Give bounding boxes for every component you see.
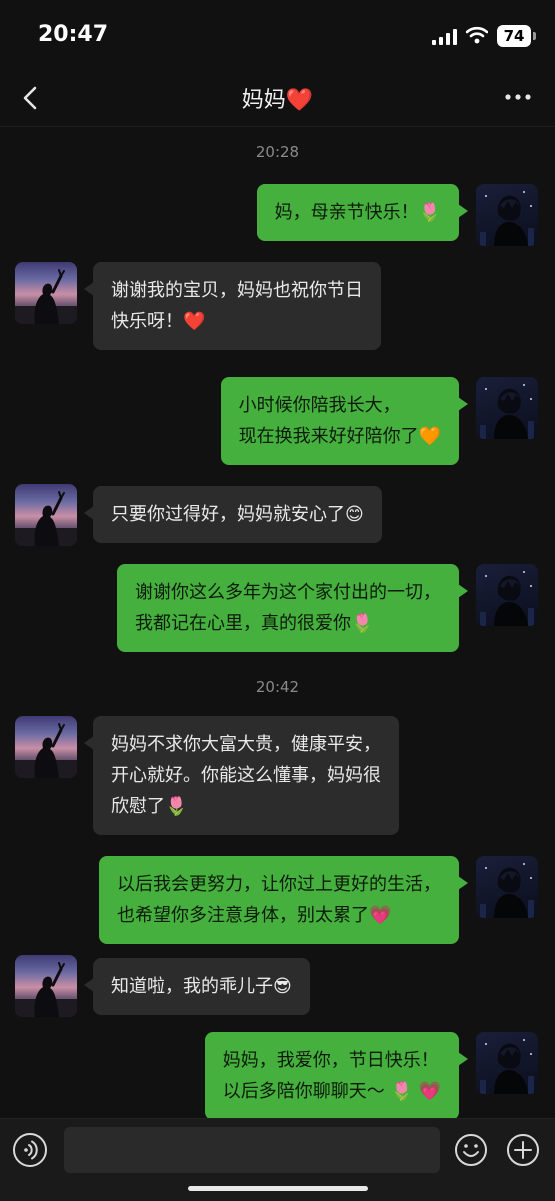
message-text: 我都记在心里，真的很爱你🌷 (135, 613, 374, 634)
avatar-image (15, 723, 77, 778)
message-text: 妈妈不求你大富大贵，健康平安， (111, 734, 381, 755)
avatar-image (480, 384, 534, 439)
message-bubble-sent[interactable]: 小时候你陪我长大， 现在换我来好好陪你了🧡 (220, 377, 469, 465)
avatar[interactable] (15, 484, 77, 546)
avatar-image (480, 571, 534, 626)
message-text: 只要你过得好，妈妈就安心了😊 (111, 504, 364, 525)
message-text: 谢谢你这么多年为这个家付出的一切， (135, 582, 441, 603)
message-text: 也希望你多注意身体，别太累了💗 (117, 905, 392, 926)
avatar-image (480, 1039, 534, 1094)
emoji-icon[interactable] (454, 1133, 488, 1167)
message-text: 妈妈，我爱你，节日快乐！ (222, 1050, 439, 1071)
avatar-image (15, 269, 77, 324)
message-text: 以后多陪你聊聊天～ 🌷 💗 (222, 1081, 441, 1102)
chat-title: 妈妈❤️ (241, 88, 314, 113)
plus-icon[interactable] (506, 1133, 540, 1167)
avatar[interactable] (476, 377, 538, 439)
message-text: 谢谢我的宝贝，妈妈也祝你节日 (111, 280, 363, 301)
message-bubble-received[interactable]: 妈妈不求你大富大贵，健康平安， 开心就好。你能这么懂事，妈妈很 欣慰了🌷 (84, 716, 399, 835)
message-text: 快乐呀！❤️ (111, 311, 206, 332)
message-bubble-sent[interactable]: 谢谢你这么多年为这个家付出的一切， 我都记在心里，真的很爱你🌷 (117, 564, 468, 652)
battery-indicator: 74 (497, 25, 531, 47)
avatar[interactable] (476, 1032, 538, 1094)
message-input-bar (0, 1118, 555, 1201)
avatar[interactable] (476, 184, 538, 246)
message-bubble-sent[interactable]: 妈，母亲节快乐！🌷 (256, 184, 469, 241)
status-bar: 20:47 74 (0, 0, 555, 72)
voice-button[interactable] (13, 1133, 47, 1167)
message-input[interactable] (64, 1127, 440, 1173)
status-time: 20:47 (38, 22, 109, 47)
battery-cap (533, 32, 536, 40)
avatar[interactable] (476, 856, 538, 918)
message-text: 以后我会更努力，让你过上更好的生活， (117, 874, 441, 895)
message-text: 开心就好。你能这么懂事，妈妈很 (111, 765, 381, 786)
home-indicator (188, 1186, 368, 1191)
avatar-image (15, 491, 77, 546)
avatar-image (15, 962, 77, 1017)
signal-icon (432, 29, 457, 45)
more-icon[interactable] (500, 82, 536, 112)
chat-header: 妈妈❤️ (0, 72, 555, 127)
avatar[interactable] (476, 564, 538, 626)
wifi-icon (466, 26, 488, 44)
avatar-image (480, 863, 534, 918)
message-bubble-received[interactable]: 只要你过得好，妈妈就安心了😊 (84, 486, 382, 543)
avatar-image (480, 191, 534, 246)
avatar[interactable] (15, 955, 77, 1017)
timestamp: 20:28 (255, 143, 300, 161)
message-text: 知道啦，我的乖儿子😎 (111, 976, 292, 997)
voice-icon (24, 1140, 38, 1160)
timestamp: 20:42 (255, 678, 300, 696)
message-text: 现在换我来好好陪你了🧡 (238, 426, 441, 447)
message-bubble-sent[interactable]: 妈妈，我爱你，节日快乐！ 以后多陪你聊聊天～ 🌷 💗 (204, 1032, 469, 1120)
message-bubble-received[interactable]: 知道啦，我的乖儿子😎 (84, 958, 310, 1015)
avatar[interactable] (15, 716, 77, 778)
message-text: 妈，母亲节快乐！🌷 (274, 202, 441, 223)
message-text: 欣慰了🌷 (111, 796, 188, 817)
message-text: 小时候你陪我长大， (238, 395, 401, 416)
message-bubble-received[interactable]: 谢谢我的宝贝，妈妈也祝你节日 快乐呀！❤️ (84, 262, 381, 350)
avatar[interactable] (15, 262, 77, 324)
message-bubble-sent[interactable]: 以后我会更努力，让你过上更好的生活， 也希望你多注意身体，别太累了💗 (99, 856, 468, 944)
